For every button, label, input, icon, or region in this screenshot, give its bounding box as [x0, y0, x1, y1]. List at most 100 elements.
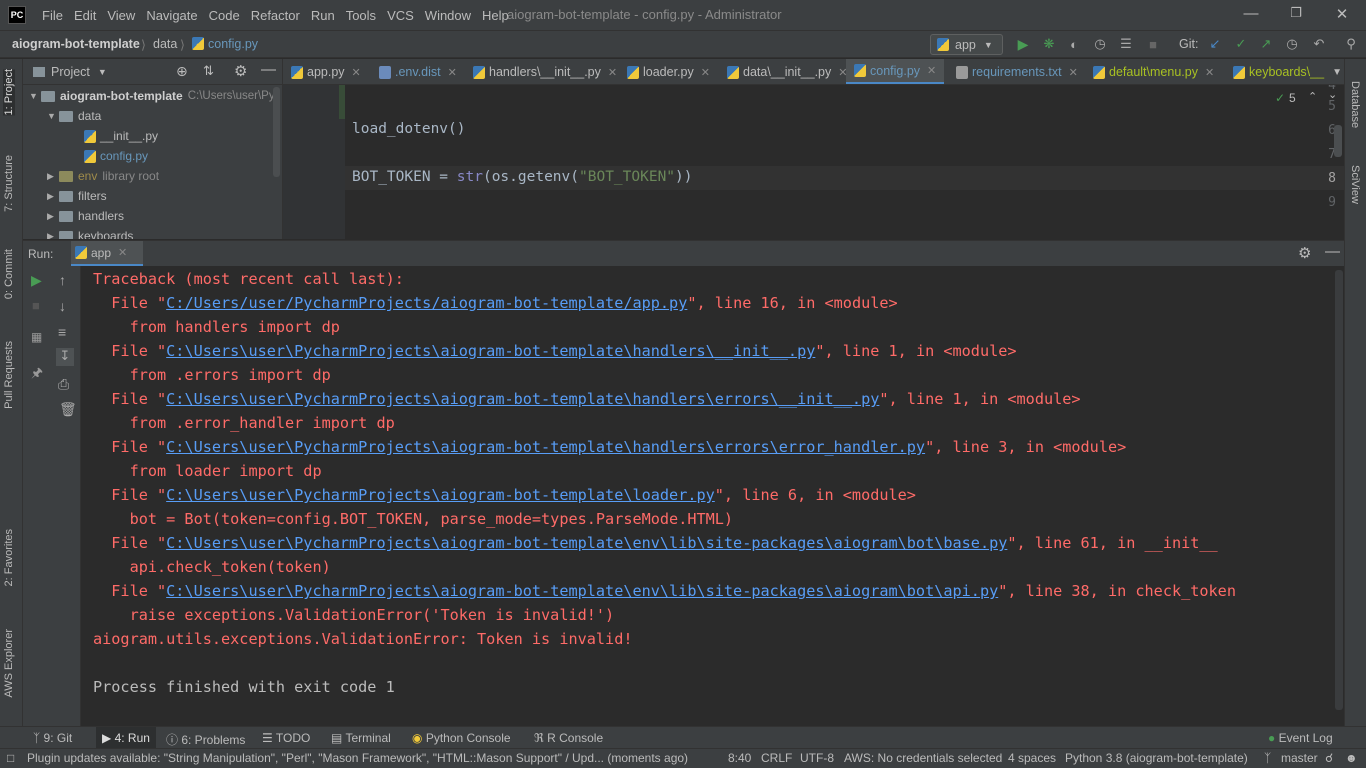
traceback-file-link[interactable]: C:\Users\user\PycharmProjects\aiogram-bo…: [166, 534, 1007, 552]
tree-item-keyboards[interactable]: ▶ keyboards: [47, 226, 133, 239]
status-message[interactable]: Plugin updates available: "String Manipu…: [27, 751, 688, 765]
tool-window-terminal[interactable]: ▤ Terminal: [331, 731, 391, 745]
tree-item-env[interactable]: ▶ env library root: [47, 166, 159, 186]
history-icon[interactable]: ◷: [1284, 36, 1300, 52]
traceback-file-link[interactable]: C:\Users\user\PycharmProjects\aiogram-bo…: [166, 438, 925, 456]
menu-refactor[interactable]: Refactor: [251, 8, 300, 23]
tool-tab-commit[interactable]: 0: Commit: [3, 249, 15, 299]
tool-tab-favorites[interactable]: 2: Favorites: [3, 529, 15, 586]
tab-requirements-txt[interactable]: requirements.txt ✕: [956, 59, 1078, 84]
tab-config-py[interactable]: config.py ✕: [846, 59, 945, 84]
rerun-icon[interactable]: ▶: [31, 272, 42, 289]
previous-highlight-icon[interactable]: ⌃: [1308, 90, 1317, 103]
layout-icon[interactable]: ▦: [31, 330, 42, 344]
tree-item-init-py[interactable]: __init__.py: [84, 126, 158, 146]
tree-item-data[interactable]: ▼ data: [47, 106, 101, 126]
close-tab-icon[interactable]: ✕: [448, 66, 457, 79]
profile-icon[interactable]: ◷: [1092, 36, 1108, 52]
scrollbar[interactable]: [1335, 270, 1343, 710]
next-highlight-icon[interactable]: ⌄: [1328, 88, 1337, 101]
menu-code[interactable]: Code: [209, 8, 240, 23]
menu-window[interactable]: Window: [425, 8, 471, 23]
menu-help[interactable]: Help: [482, 8, 509, 23]
status-toggle-icon[interactable]: □: [7, 751, 14, 765]
build-icon[interactable]: ☰: [1118, 36, 1134, 52]
tab-loader-py[interactable]: loader.py ✕: [627, 59, 710, 84]
tool-tab-database[interactable]: Database: [1349, 81, 1361, 128]
run-console[interactable]: Traceback (most recent call last): File …: [81, 266, 1344, 726]
scroll-to-end-icon[interactable]: ↧: [56, 348, 74, 366]
hide-panel-icon[interactable]: —: [261, 61, 276, 78]
tool-tab-structure[interactable]: 7: Structure: [3, 155, 15, 212]
code-editor[interactable]: 4 5 6 7 8 9 load_dotenv() BOT_TOKEN = st…: [283, 85, 1344, 239]
aws-credentials[interactable]: AWS: No credentials selected: [844, 751, 1002, 765]
tree-item-filters[interactable]: ▶ filters: [47, 186, 107, 206]
collapse-icon[interactable]: ⇅: [203, 63, 214, 79]
menu-edit[interactable]: Edit: [74, 8, 96, 23]
tool-window-problems[interactable]: ⓘ 6: Problems: [166, 731, 245, 748]
rollback-icon[interactable]: ↶: [1311, 36, 1327, 52]
coverage-icon[interactable]: ◐: [1066, 36, 1082, 52]
tab-default-menu[interactable]: default\menu.py ✕: [1093, 59, 1214, 84]
git-commit-icon[interactable]: ✓: [1233, 36, 1249, 52]
traceback-file-link[interactable]: C:\Users\user\PycharmProjects\aiogram-bo…: [166, 342, 815, 360]
tab-data-init[interactable]: data\__init__.py ✕: [727, 59, 847, 84]
file-encoding[interactable]: UTF-8: [800, 751, 834, 765]
gear-icon[interactable]: ⚙: [1298, 244, 1311, 262]
run-tab-app[interactable]: app ✕: [71, 241, 143, 267]
tool-window-git[interactable]: ᛉ 9: Git: [33, 731, 72, 745]
stop-icon[interactable]: ■: [1145, 36, 1161, 52]
close-icon[interactable]: ✕: [1332, 5, 1352, 23]
locate-icon[interactable]: ⊕: [176, 63, 188, 80]
tool-window-run[interactable]: ▶ 4: Run: [96, 727, 156, 749]
tool-window-todo[interactable]: ☰ TODO: [262, 731, 310, 745]
lock-icon[interactable]: ☌: [1325, 751, 1333, 765]
close-tab-icon[interactable]: ✕: [1205, 66, 1214, 79]
scroll-down-icon[interactable]: ↓: [59, 298, 66, 314]
project-panel-title[interactable]: Project: [51, 65, 90, 79]
traceback-file-link[interactable]: C:\Users\user\PycharmProjects\aiogram-bo…: [166, 486, 715, 504]
menu-navigate[interactable]: Navigate: [146, 8, 197, 23]
breadcrumb-folder[interactable]: data: [153, 37, 177, 51]
traceback-file-link[interactable]: C:\Users\user\PycharmProjects\aiogram-bo…: [166, 582, 998, 600]
traceback-file-link[interactable]: C:\Users\user\PycharmProjects\aiogram-bo…: [166, 390, 879, 408]
restore-icon[interactable]: ❐: [1286, 5, 1306, 21]
breadcrumb-project[interactable]: aiogram-bot-template: [12, 37, 140, 51]
print-icon[interactable]: ⎙: [58, 376, 69, 393]
tool-window-r-console[interactable]: ℜ R Console: [534, 731, 603, 745]
tab-keyboards[interactable]: keyboards\__ ▼: [1233, 59, 1342, 84]
line-separator[interactable]: CRLF: [761, 751, 792, 765]
tab-env-dist[interactable]: .env.dist ✕: [379, 59, 457, 84]
scrollbar[interactable]: [1334, 125, 1342, 157]
tab-handlers-init[interactable]: handlers\__init__.py ✕: [473, 59, 617, 84]
menu-vcs[interactable]: VCS: [387, 8, 414, 23]
close-tab-icon[interactable]: ✕: [352, 66, 361, 79]
tool-window-python-console[interactable]: ◉ Python Console: [412, 731, 511, 745]
tool-tab-project[interactable]: 1: Project: [3, 69, 15, 116]
hide-panel-icon[interactable]: —: [1325, 243, 1340, 260]
breadcrumb-file[interactable]: config.py: [208, 37, 258, 51]
tree-item-project-root[interactable]: ▼ aiogram-bot-template C:\Users\user\Py: [29, 86, 275, 106]
tool-tab-pull-requests[interactable]: Pull Requests: [3, 341, 15, 409]
trash-icon[interactable]: 🗑: [59, 401, 77, 418]
tree-item-handlers[interactable]: ▶ handlers: [47, 206, 124, 226]
indent-setting[interactable]: 4 spaces: [1008, 751, 1056, 765]
tool-tab-sciview[interactable]: SciView: [1349, 165, 1361, 204]
stop-icon[interactable]: ■: [32, 298, 40, 313]
close-tab-icon[interactable]: ✕: [608, 66, 617, 79]
scrollbar[interactable]: [273, 87, 280, 177]
tool-window-event-log[interactable]: ● Event Log: [1268, 731, 1333, 745]
close-tab-icon[interactable]: ✕: [118, 246, 127, 259]
close-tab-icon[interactable]: ✕: [927, 64, 936, 77]
soft-wrap-icon[interactable]: ≡: [58, 324, 66, 340]
search-icon[interactable]: ⚲: [1343, 36, 1359, 52]
menu-file[interactable]: File: [42, 8, 63, 23]
gear-icon[interactable]: ⚙: [234, 62, 247, 80]
close-tab-icon[interactable]: ✕: [1069, 66, 1078, 79]
python-interpreter[interactable]: Python 3.8 (aiogram-bot-template): [1065, 751, 1248, 765]
pin-icon[interactable]: 🖈: [31, 364, 43, 386]
menu-view[interactable]: View: [107, 8, 135, 23]
minimize-icon[interactable]: —: [1241, 5, 1261, 22]
menu-run[interactable]: Run: [311, 8, 335, 23]
run-icon[interactable]: ▶: [1015, 36, 1031, 52]
